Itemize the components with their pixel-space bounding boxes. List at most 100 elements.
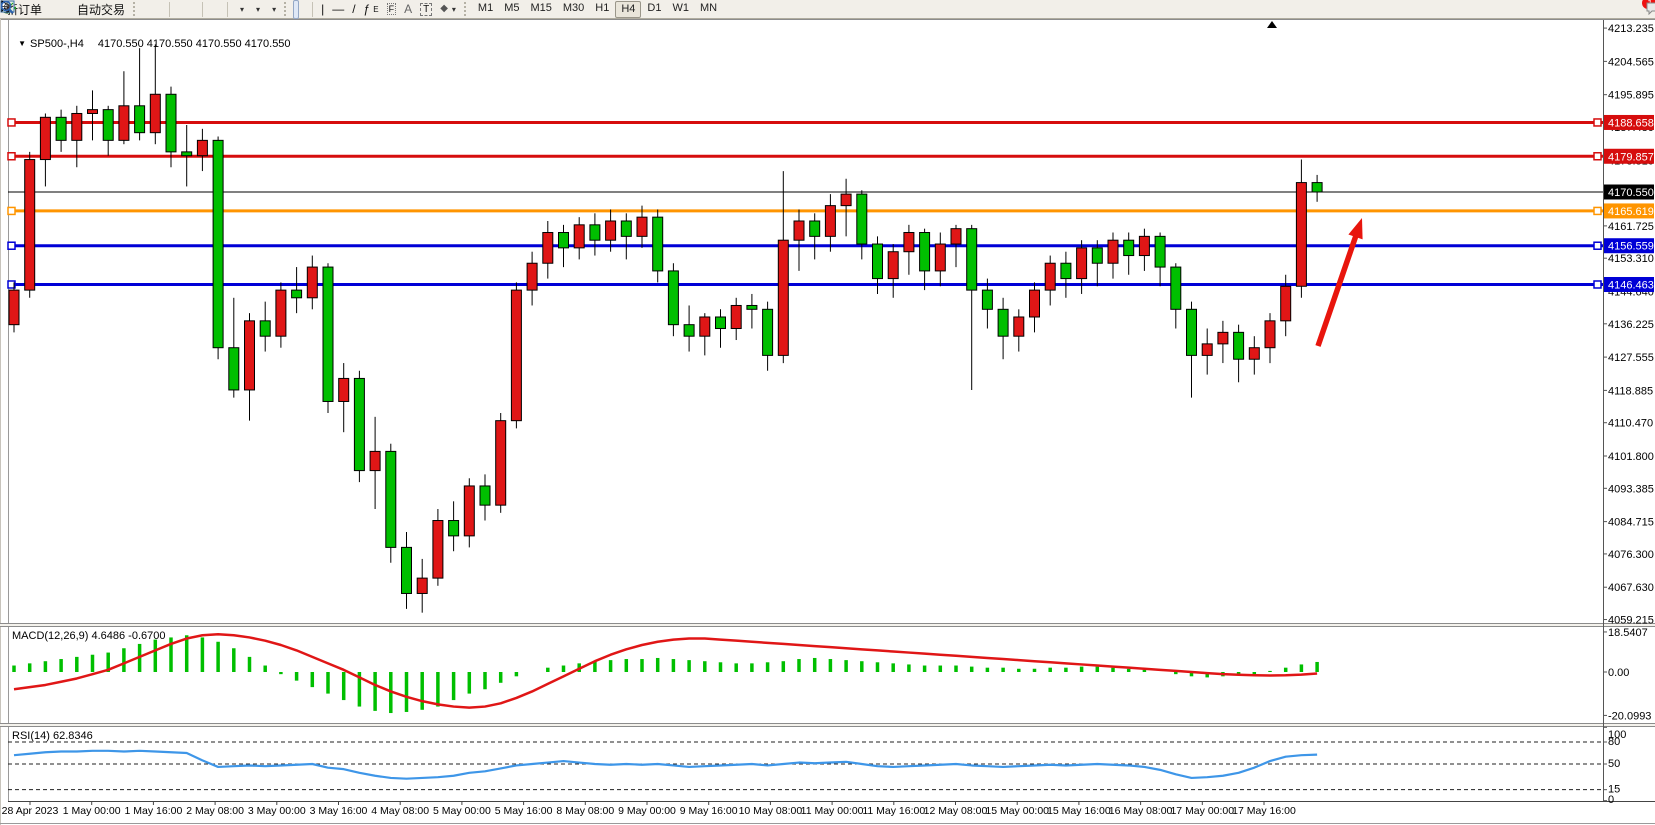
macd-axis-tick-label: 18.5407 <box>1608 627 1648 639</box>
candle-body <box>213 140 223 347</box>
candle-body <box>25 160 35 291</box>
price-tag-label: 4146.463 <box>1608 279 1654 291</box>
vertical-line-tool-button[interactable]: | <box>318 1 327 18</box>
candle-body <box>56 117 66 140</box>
price-axis-tick-label: 4118.885 <box>1608 385 1653 397</box>
candle-body <box>527 263 537 290</box>
fibonacci-sub-label: E <box>373 5 378 14</box>
time-axis-label: 10 May 08:00 <box>739 805 803 817</box>
trendline-tool-button[interactable]: / <box>349 1 358 18</box>
time-axis-label: 9 May 00:00 <box>618 805 676 817</box>
bar-chart-button[interactable] <box>142 1 148 18</box>
time-axis-label: 9 May 16:00 <box>680 805 738 817</box>
candle-body <box>339 378 349 401</box>
line-anchor[interactable] <box>1594 119 1601 126</box>
fibonacci-tool-button[interactable]: ƒE <box>361 1 382 18</box>
add-indicator-button[interactable]: ▾ <box>233 1 247 18</box>
toolbar-separator <box>312 2 313 17</box>
candle-body <box>1171 267 1181 309</box>
time-axis-label: 17 May 16:00 <box>1232 805 1296 817</box>
timeframe-m30-button[interactable]: M30 <box>558 1 589 16</box>
line-anchor[interactable] <box>8 119 15 126</box>
line-anchor[interactable] <box>1594 242 1601 249</box>
time-axis-label: 5 May 00:00 <box>433 805 491 817</box>
candle-body <box>1045 263 1055 290</box>
time-axis-label: 5 May 16:00 <box>495 805 553 817</box>
tile-windows-button[interactable] <box>191 1 197 18</box>
line-anchor[interactable] <box>8 207 15 214</box>
market-watch-button[interactable] <box>55 1 61 18</box>
time-axis-label: 16 May 08:00 <box>1109 805 1173 817</box>
line-chart-button[interactable] <box>158 1 164 18</box>
timeframe-h4-button[interactable]: H4 <box>615 1 641 18</box>
candle-body <box>1296 183 1306 287</box>
rsi-axis-tick-label: 50 <box>1608 758 1620 770</box>
tick-chart-button[interactable] <box>47 1 53 18</box>
price-axis-tick-label: 4195.895 <box>1608 90 1654 102</box>
cursor-tool-button[interactable] <box>293 0 299 19</box>
timeframe-mn-button[interactable]: MN <box>695 1 722 16</box>
timeframe-w1-button[interactable]: W1 <box>667 1 694 16</box>
time-axis-label: 1 May 00:00 <box>63 805 121 817</box>
candle-body <box>559 233 569 248</box>
timeframe-h1-button[interactable]: H1 <box>590 1 614 16</box>
notifications-button[interactable]: 1 <box>1646 1 1652 18</box>
timeframe-toolbar: M1M5M15M30H1H4D1W1MN <box>473 1 722 18</box>
timeframe-m5-button[interactable]: M5 <box>499 1 524 16</box>
candle-body <box>747 305 757 309</box>
toolbar-separator <box>133 2 137 16</box>
template-button[interactable]: ▾ <box>265 1 279 18</box>
text-tool-button[interactable]: A <box>401 1 415 18</box>
price-axis-tick-label: 4059.215 <box>1608 615 1654 627</box>
autotrading-button[interactable]: 自动交易 <box>71 1 128 18</box>
shapes-icon: ◆ <box>440 3 448 15</box>
text-label-icon: T <box>420 3 432 16</box>
zoom-out-button[interactable] <box>183 1 189 18</box>
auto-scroll-button[interactable] <box>208 1 214 18</box>
shapes-tool-button[interactable]: ◆▾ <box>437 1 459 18</box>
candle-body <box>1077 248 1087 279</box>
timeframe-m1-button[interactable]: M1 <box>473 1 498 16</box>
horizontal-line-tool-button[interactable]: — <box>329 1 347 18</box>
line-anchor[interactable] <box>1594 207 1601 214</box>
timeframe-d1-button[interactable]: D1 <box>642 1 666 16</box>
candle-body <box>1108 240 1118 263</box>
time-axis-label: 11 May 16:00 <box>862 805 925 817</box>
line-anchor[interactable] <box>8 153 15 160</box>
text-label-tool-button[interactable]: T <box>417 1 435 18</box>
fibonacci-expansion-tool-button[interactable]: F <box>384 1 400 18</box>
broadcast-button[interactable] <box>63 1 69 18</box>
period-button[interactable]: ▾ <box>249 1 263 18</box>
candle-body <box>1312 183 1322 192</box>
candle-body <box>684 325 694 337</box>
rsi-axis-tick-label: 80 <box>1608 736 1620 748</box>
chart-canvas[interactable]: 4213.2354204.5654195.8954187.4804178.810… <box>0 0 1655 825</box>
zoom-in-button[interactable] <box>175 1 181 18</box>
macd-axis-tick-label: -20.0993 <box>1608 710 1651 722</box>
candle-body <box>590 225 600 240</box>
candle-body <box>1014 317 1024 336</box>
chart-title: ▼SP500-,H44170.550 4170.550 4170.550 417… <box>12 26 291 50</box>
time-axis-label: 2 May 08:00 <box>186 805 244 817</box>
macd-axis-tick-label: 0.00 <box>1608 667 1629 679</box>
timeframe-m15-button[interactable]: M15 <box>525 1 556 16</box>
candle-body <box>716 317 726 329</box>
chart-background <box>0 19 1655 825</box>
line-anchor[interactable] <box>8 242 15 249</box>
candle-body <box>700 317 710 336</box>
line-anchor[interactable] <box>1594 153 1601 160</box>
price-tag-label: 4179.857 <box>1608 151 1654 163</box>
symbol-dropdown-icon[interactable]: ▼ <box>18 39 26 48</box>
line-anchor[interactable] <box>1594 281 1601 288</box>
candlestick-chart-button[interactable] <box>150 1 156 18</box>
toolbar-separator <box>202 2 203 17</box>
crosshair-tool-button[interactable] <box>301 1 307 18</box>
chart-shift-button[interactable] <box>216 1 222 18</box>
price-axis-tick-label: 4084.715 <box>1608 517 1654 529</box>
dropdown-icon: ▾ <box>240 5 244 14</box>
candle-body <box>464 486 474 536</box>
time-axis-label: 12 May 08:00 <box>924 805 988 817</box>
candle-body <box>1249 348 1259 360</box>
candle-body <box>1030 290 1040 317</box>
candle-body <box>260 321 270 336</box>
